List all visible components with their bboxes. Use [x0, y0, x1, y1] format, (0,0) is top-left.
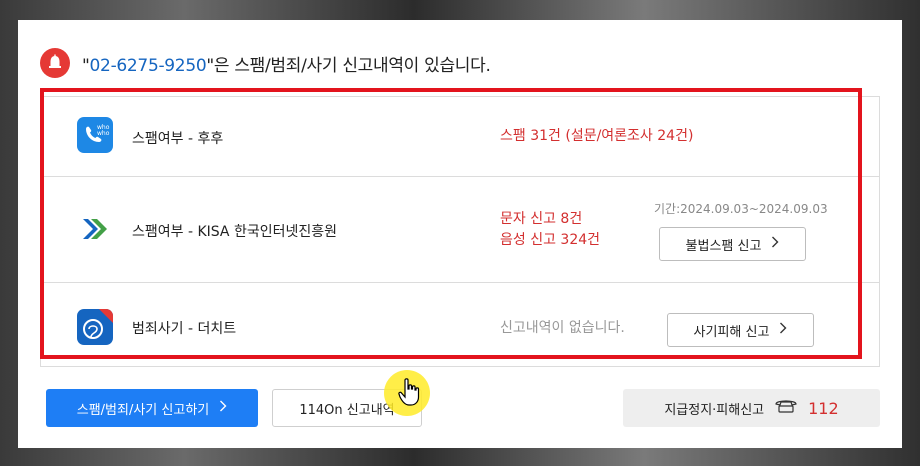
result-line: 문자 신고 8건 [500, 211, 583, 227]
svg-text:who: who [97, 130, 110, 137]
emergency-report-button[interactable]: 지급정지·피해신고 112 [623, 389, 880, 427]
button-label: 사기피해 신고 [693, 324, 770, 340]
fraud-damage-report-button[interactable]: 사기피해 신고 [667, 313, 814, 347]
service-name: 스팸여부 - 후후 [132, 131, 224, 147]
list-item-thecheat: 범죄사기 - 더치트 신고내역이 없습니다. 사기피해 신고 [41, 283, 879, 367]
hand-cursor-icon [398, 378, 420, 406]
list-item-kisa: 스팸여부 - KISA 한국인터넷진흥원 문자 신고 8건 음성 신고 324건… [41, 177, 879, 283]
button-label: 스팸/범죄/사기 신고하기 [76, 402, 210, 418]
report-period: 기간:2024.09.03~2024.09.03 [654, 202, 828, 216]
button-label: 불법스팸 신고 [685, 238, 762, 254]
whowho-app-icon: who who [77, 117, 113, 153]
spam-report-panel: "02-6275-9250"은 스팸/범죄/사기 신고내역이 있습니다. who… [18, 20, 902, 448]
button-label: 114On 신고내역 [299, 402, 395, 418]
service-name: 범죄사기 - 더치트 [132, 321, 237, 337]
list-item-whowho: who who 스팸여부 - 후후 스팸 31건 (설문/여론조사 24건) [41, 97, 879, 177]
chevron-right-icon [779, 322, 787, 338]
chevron-right-icon [771, 236, 779, 252]
result-title: "02-6275-9250"은 스팸/범죄/사기 신고내역이 있습니다. [40, 48, 491, 78]
illegal-spam-report-button[interactable]: 불법스팸 신고 [659, 227, 806, 261]
chevron-right-icon [219, 400, 227, 416]
title-suffix: "은 스팸/범죄/사기 신고내역이 있습니다. [206, 55, 491, 76]
report-count: 문자 신고 8건 음성 신고 324건 [500, 209, 600, 251]
result-line: 신고내역이 없습니다. [500, 320, 625, 336]
telephone-icon [774, 398, 798, 418]
quote-mark: " [82, 55, 90, 76]
page-title: "02-6275-9250"은 스팸/범죄/사기 신고내역이 있습니다. [82, 51, 491, 76]
alarm-bell-icon [40, 48, 70, 78]
result-line: 음성 신고 324건 [500, 232, 601, 248]
emergency-number: 112 [808, 398, 839, 418]
report-count: 스팸 31건 (설문/여론조사 24건) [500, 126, 693, 147]
report-list: who who 스팸여부 - 후후 스팸 31건 (설문/여론조사 24건) 스… [40, 96, 880, 367]
report-count: 신고내역이 없습니다. [500, 318, 625, 339]
phone-number: 02-6275-9250 [89, 55, 207, 76]
kisa-logo-icon [77, 211, 113, 247]
report-spam-button[interactable]: 스팸/범죄/사기 신고하기 [46, 389, 258, 427]
service-name: 스팸여부 - KISA 한국인터넷진흥원 [132, 224, 337, 240]
button-label: 지급정지·피해신고 [664, 402, 765, 418]
result-line: 스팸 31건 (설문/여론조사 24건) [500, 128, 694, 144]
thecheat-app-icon [77, 309, 113, 345]
